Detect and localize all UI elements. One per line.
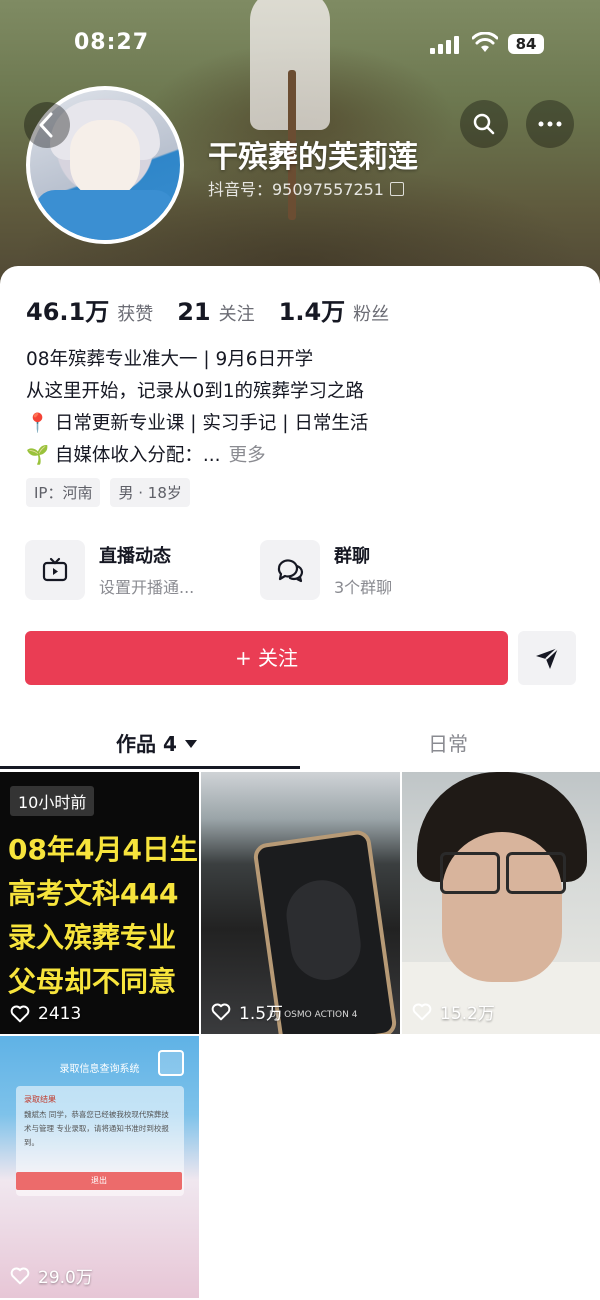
tab-daily[interactable]: 日常 bbox=[428, 728, 468, 757]
overlay-line: 高考文科444 bbox=[8, 877, 179, 910]
video-likes-count: 2413 bbox=[38, 1004, 82, 1024]
gender-age-tag: 男 · 18岁 bbox=[110, 478, 190, 507]
share-button[interactable] bbox=[518, 631, 576, 685]
video-overlay-text: 08年4月4日生 高考文科444 录入殡葬专业 父母却不同意 bbox=[8, 828, 198, 1004]
tab-works-label: 作品 4 bbox=[116, 732, 177, 756]
status-bar: 08:27 84 bbox=[0, 0, 600, 88]
followers-count[interactable]: 1.4万 bbox=[279, 292, 346, 327]
chevron-left-icon bbox=[39, 112, 53, 138]
bio-line-last: 🌱 自媒体收入分配：... 更多 bbox=[26, 440, 586, 472]
battery-indicator: 84 bbox=[508, 34, 544, 54]
likes-label: 获赞 bbox=[117, 304, 154, 325]
followers-label[interactable]: 粉丝 bbox=[353, 300, 389, 326]
tab-indicator bbox=[0, 766, 300, 769]
group-chat-title: 群聊 bbox=[334, 546, 370, 567]
video-likes-count: 1.5万 bbox=[239, 1004, 284, 1024]
signal-icon bbox=[430, 36, 462, 54]
bio-more-link[interactable]: 更多 bbox=[229, 445, 266, 466]
status-time: 08:27 bbox=[74, 30, 150, 55]
video-thumbnail[interactable]: 15.2万 bbox=[402, 772, 600, 1034]
group-chat-shortcut[interactable]: 群聊 3个群聊 bbox=[260, 540, 392, 600]
back-button[interactable] bbox=[24, 102, 70, 148]
profile-stats: 46.1万 获赞 21 关注 1.4万 粉丝 bbox=[26, 292, 413, 326]
video-thumbnail[interactable]: 录取信息查询系统 录取结果 魏斌杰 同学，恭喜您已经被我校现代殡葬技术与管理 专… bbox=[0, 1036, 199, 1298]
tab-works[interactable]: 作品 4 bbox=[116, 728, 197, 757]
content-tabs: 作品 4 日常 bbox=[0, 720, 600, 770]
profile-id-text: 抖音号：95097557251 bbox=[208, 180, 384, 199]
video-likes: 15.2万 bbox=[412, 999, 495, 1024]
video-likes: 1.5万 bbox=[211, 999, 283, 1024]
heart-icon bbox=[10, 1267, 30, 1284]
video-likes: 2413 bbox=[10, 1004, 81, 1024]
overlay-line: 录入殡葬专业 bbox=[8, 921, 177, 954]
glasses bbox=[440, 852, 566, 894]
profile-id[interactable]: 抖音号：95097557251 bbox=[208, 176, 404, 200]
group-chat-subtitle: 3个群聊 bbox=[334, 578, 393, 597]
video-likes: 29.0万 bbox=[10, 1263, 93, 1288]
avatar-face bbox=[70, 120, 140, 200]
tv-icon bbox=[25, 540, 85, 600]
video-thumbnail[interactable]: DJI OSMO ACTION 4 1.5万 bbox=[201, 772, 400, 1034]
heart-icon bbox=[412, 1003, 432, 1020]
ip-tag: IP：河南 bbox=[26, 478, 101, 507]
avatar-scarf bbox=[35, 190, 175, 240]
wifi-icon bbox=[472, 32, 498, 52]
exit-bar: 退出 bbox=[16, 1172, 182, 1190]
follow-button[interactable]: + 关注 bbox=[25, 631, 508, 685]
bio-line-text: 🌱 自媒体收入分配：... bbox=[26, 445, 221, 466]
following-label[interactable]: 关注 bbox=[219, 300, 255, 326]
video-likes-count: 29.0万 bbox=[38, 1268, 93, 1288]
profile-bio: 08年殡葬专业准大一 | 9月6日开学 从这里开始，记录从0到1的殡葬学习之路 … bbox=[26, 344, 586, 472]
profile-username: 干殡葬的芙莉莲 bbox=[208, 140, 418, 175]
video-thumbnail[interactable]: 10小时前 08年4月4日生 高考文科444 录入殡葬专业 父母却不同意 241… bbox=[0, 772, 199, 1034]
video-likes-count: 15.2万 bbox=[440, 1004, 495, 1024]
live-shortcut-subtitle: 设置开播通... bbox=[99, 578, 195, 597]
overlay-line: 父母却不同意 bbox=[8, 965, 177, 998]
heart-icon bbox=[10, 1005, 30, 1023]
notice-title: 录取结果 bbox=[24, 1095, 56, 1104]
overlay-line: 08年4月4日生 bbox=[8, 833, 198, 866]
more-dots-icon bbox=[538, 121, 562, 127]
send-icon bbox=[536, 647, 559, 669]
likes-count: 46.1万 bbox=[26, 298, 110, 326]
following-count[interactable]: 21 bbox=[177, 298, 210, 326]
caret-down-icon bbox=[184, 740, 197, 748]
profile-tags: IP：河南 男 · 18岁 bbox=[26, 478, 190, 507]
bio-line: 从这里开始，记录从0到1的殡葬学习之路 bbox=[26, 381, 365, 402]
multi-select-icon bbox=[158, 1050, 184, 1076]
search-button[interactable] bbox=[460, 100, 508, 148]
search-icon bbox=[473, 113, 495, 135]
heart-icon bbox=[211, 1003, 231, 1020]
chat-icon bbox=[260, 540, 320, 600]
live-shortcut[interactable]: 直播动态 设置开播通... bbox=[25, 540, 194, 600]
bio-line: 📍 日常更新专业课 | 实习手记 | 日常生活 bbox=[26, 413, 369, 434]
notice-body: 魏斌杰 同学，恭喜您已经被我校现代殡葬技术与管理 专业录取，请将通知书准时到校报… bbox=[24, 1110, 169, 1147]
more-button[interactable] bbox=[526, 100, 574, 148]
bio-line: 08年殡葬专业准大一 | 9月6日开学 bbox=[26, 349, 314, 370]
video-time-badge: 10小时前 bbox=[10, 786, 95, 816]
live-shortcut-title: 直播动态 bbox=[99, 546, 171, 567]
copy-icon[interactable] bbox=[389, 182, 404, 196]
